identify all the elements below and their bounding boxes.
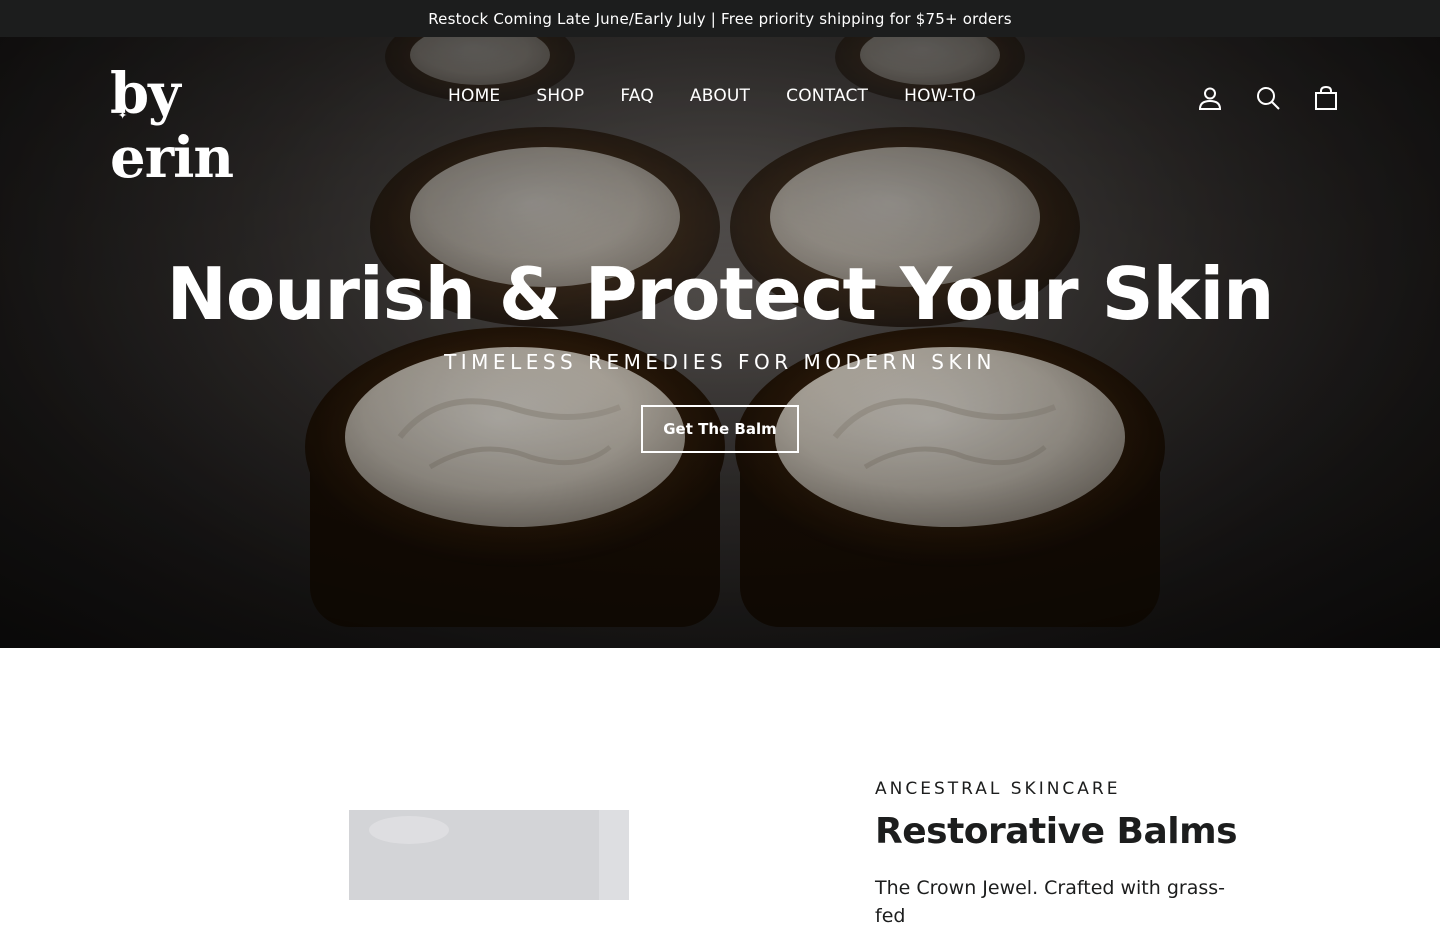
header-icons (1192, 80, 1344, 116)
announcement-bar: Restock Coming Late June/Early July | Fr… (0, 0, 1440, 37)
nav-how-to[interactable]: HOW-TO (886, 78, 994, 114)
get-the-balm-button[interactable]: Get The Balm (641, 405, 799, 453)
main-nav: HOME SHOP FAQ ABOUT CONTACT HOW-TO (430, 78, 994, 114)
logo-star-icon: ✦ (118, 109, 128, 122)
nav-faq[interactable]: FAQ (602, 78, 672, 114)
section-title: Restorative Balms (875, 811, 1238, 852)
nav-home[interactable]: HOME (430, 78, 518, 114)
search-icon[interactable] (1250, 80, 1286, 116)
cart-icon[interactable] (1308, 80, 1344, 116)
nav-about[interactable]: ABOUT (672, 78, 768, 114)
section-body: The Crown Jewel. Crafted with grass-fed (875, 877, 1225, 927)
nav-contact[interactable]: CONTACT (768, 78, 886, 114)
hero-subtitle: TIMELESS REMEDIES FOR MODERN SKIN (444, 350, 996, 374)
site-logo[interactable]: by erin ✦ (110, 62, 300, 190)
hero-title: Nourish & Protect Your Skin (166, 252, 1275, 336)
logo-wordmark: by erin (110, 61, 234, 191)
nav-shop[interactable]: SHOP (518, 78, 602, 114)
section-eyebrow: ANCESTRAL SKINCARE (875, 779, 1121, 799)
account-icon[interactable] (1192, 80, 1228, 116)
product-image[interactable] (349, 810, 629, 900)
announcement-text: Restock Coming Late June/Early July | Fr… (428, 9, 1012, 28)
